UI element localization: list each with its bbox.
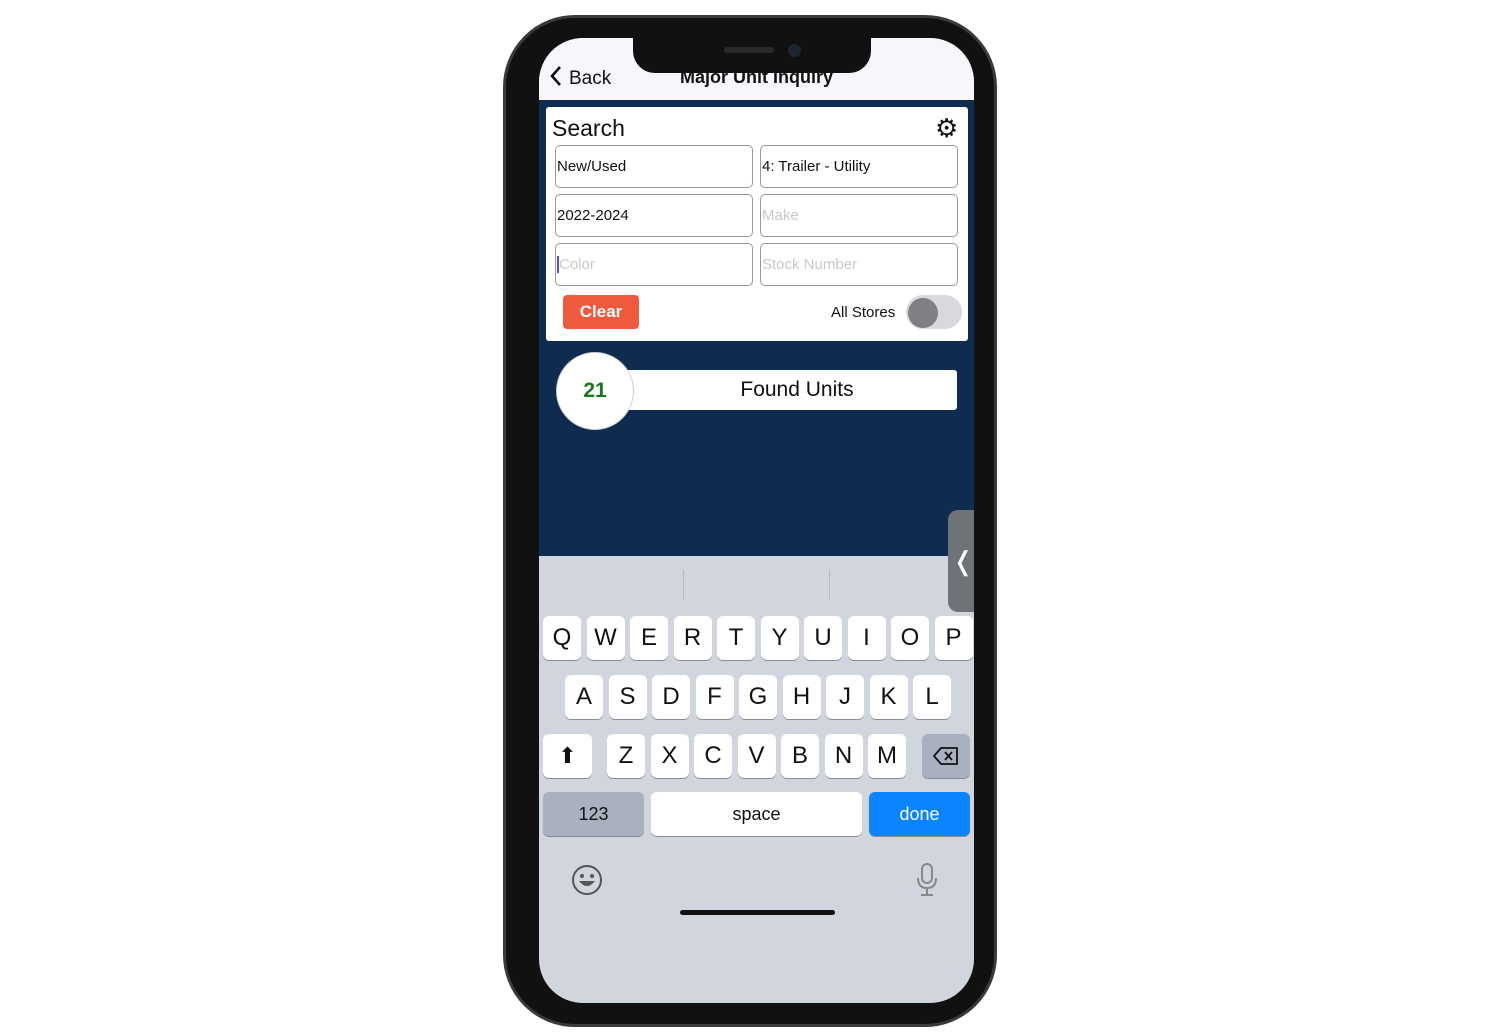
notch (633, 38, 871, 73)
key-p[interactable]: P (934, 616, 973, 660)
main-area: Search ⚙ New/Used 4: Trailer - Utility 2… (539, 100, 974, 556)
numbers-key[interactable]: 123 (543, 792, 644, 836)
year-field[interactable]: 2022-2024 (555, 194, 753, 237)
stock-number-field[interactable]: Stock Number (760, 243, 958, 286)
found-units-button[interactable]: Found Units (625, 370, 957, 410)
key-i[interactable]: I (847, 616, 886, 660)
key-x[interactable]: X (650, 734, 689, 778)
all-stores-toggle[interactable] (906, 295, 962, 329)
color-placeholder: Color (557, 256, 595, 273)
microphone-icon[interactable] (915, 863, 939, 902)
key-v[interactable]: V (737, 734, 776, 778)
shift-key[interactable]: ⬆ (543, 734, 592, 778)
delete-key[interactable] (922, 734, 970, 778)
clear-button[interactable]: Clear (563, 295, 639, 329)
key-k[interactable]: K (869, 675, 908, 719)
key-t[interactable]: T (717, 616, 755, 660)
key-l[interactable]: L (913, 675, 951, 719)
key-g[interactable]: G (739, 675, 777, 719)
search-heading: Search (552, 115, 625, 141)
key-w[interactable]: W (586, 616, 625, 660)
key-m[interactable]: M (868, 734, 906, 778)
home-indicator (680, 910, 835, 915)
key-z[interactable]: Z (607, 734, 645, 778)
suggestion-divider (683, 570, 684, 600)
key-a[interactable]: A (565, 675, 603, 719)
space-key[interactable]: space (651, 792, 862, 836)
category-field[interactable]: 4: Trailer - Utility (760, 145, 958, 188)
key-h[interactable]: H (782, 675, 821, 719)
new-used-field[interactable]: New/Used (555, 145, 753, 188)
key-j[interactable]: J (826, 675, 864, 719)
search-card: Search ⚙ New/Used 4: Trailer - Utility 2… (546, 107, 968, 341)
toggle-knob (908, 298, 938, 328)
gear-icon[interactable]: ⚙ (935, 113, 958, 144)
done-key[interactable]: done (869, 792, 970, 836)
color-field[interactable]: Color (555, 243, 753, 286)
key-f[interactable]: F (695, 675, 734, 719)
emoji-icon[interactable] (571, 864, 603, 901)
key-b[interactable]: B (781, 734, 819, 778)
side-drawer-handle[interactable]: ❬ (948, 510, 974, 612)
key-n[interactable]: N (824, 734, 863, 778)
speaker (724, 47, 774, 53)
key-o[interactable]: O (891, 616, 929, 660)
key-r[interactable]: R (673, 616, 712, 660)
screen: Back Major Unit Inquiry Search ⚙ New/Use… (539, 38, 974, 1003)
key-s[interactable]: S (608, 675, 647, 719)
key-d[interactable]: D (652, 675, 690, 719)
make-field[interactable]: Make (760, 194, 958, 237)
suggestion-divider (829, 570, 830, 600)
camera (788, 44, 801, 57)
all-stores-label: All Stores (831, 304, 896, 321)
key-c[interactable]: C (694, 734, 732, 778)
found-count-badge: 21 (556, 352, 634, 430)
key-u[interactable]: U (804, 616, 842, 660)
key-y[interactable]: Y (760, 616, 799, 660)
key-e[interactable]: E (630, 616, 668, 660)
key-q[interactable]: Q (543, 616, 581, 660)
